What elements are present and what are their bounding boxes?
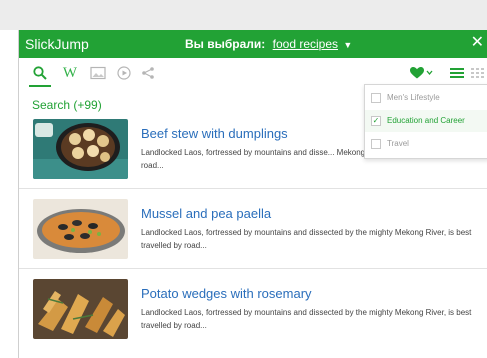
selected-topic-link[interactable]: food recipes <box>273 37 338 51</box>
topic-selector: Вы выбрали: food recipes ▼ <box>185 37 352 51</box>
checkbox[interactable] <box>371 139 381 149</box>
dropdown-item-label: Men's Lifestyle <box>387 93 440 102</box>
result-title[interactable]: Beef stew with dumplings <box>141 126 288 141</box>
list-view-icon[interactable] <box>446 62 468 84</box>
share-icon[interactable] <box>137 62 159 84</box>
divider <box>19 268 487 269</box>
close-icon[interactable]: ✕ <box>471 34 484 52</box>
video-icon[interactable] <box>113 62 135 84</box>
recipe-thumbnail[interactable] <box>33 199 128 259</box>
slickjump-panel: SlickJump Вы выбрали: food recipes ▼ ✕ W <box>18 30 487 358</box>
result-title[interactable]: Potato wedges with rosemary <box>141 286 312 301</box>
checkbox[interactable] <box>371 93 381 103</box>
dropdown-item-education-and-career[interactable]: ✓ Education and Career <box>365 110 487 132</box>
dropdown-item-label: Travel <box>387 139 409 148</box>
result-description: Landlocked Laos, fortressed by mountains… <box>141 228 472 250</box>
selection-prefix: Вы выбрали: <box>185 37 266 51</box>
wikipedia-icon[interactable]: W <box>59 62 81 84</box>
screen: SlickJump Вы выбрали: food recipes ▼ ✕ W <box>0 0 487 358</box>
chevron-down-icon[interactable]: ▼ <box>343 40 352 50</box>
search-icon[interactable] <box>29 62 51 87</box>
recipe-thumbnail[interactable] <box>33 279 128 339</box>
grid-view-icon[interactable] <box>467 62 487 84</box>
category-dropdown: Men's Lifestyle ✓ Education and Career T… <box>364 84 487 159</box>
title-bar: SlickJump Вы выбрали: food recipes ▼ ✕ <box>19 30 487 58</box>
brand-logo: SlickJump <box>25 36 89 52</box>
dropdown-item-mens-lifestyle[interactable]: Men's Lifestyle <box>365 87 487 109</box>
result-title[interactable]: Mussel and pea paella <box>141 206 271 221</box>
search-result-count: Search (+99) <box>32 98 102 112</box>
dropdown-item-travel[interactable]: Travel <box>365 133 487 155</box>
browser-top-strip <box>0 0 487 30</box>
recipe-thumbnail[interactable] <box>33 119 128 179</box>
list-item[interactable]: Mussel and pea paella Landlocked Laos, f… <box>19 194 487 274</box>
dropdown-item-label: Education and Career <box>387 116 465 125</box>
heart-icon[interactable] <box>407 62 435 84</box>
image-icon[interactable] <box>87 62 109 84</box>
divider <box>19 188 487 189</box>
list-item[interactable]: Potato wedges with rosemary Landlocked L… <box>19 274 487 354</box>
result-description: Landlocked Laos, fortressed by mountains… <box>141 308 472 330</box>
checkbox-checked[interactable]: ✓ <box>371 116 381 126</box>
